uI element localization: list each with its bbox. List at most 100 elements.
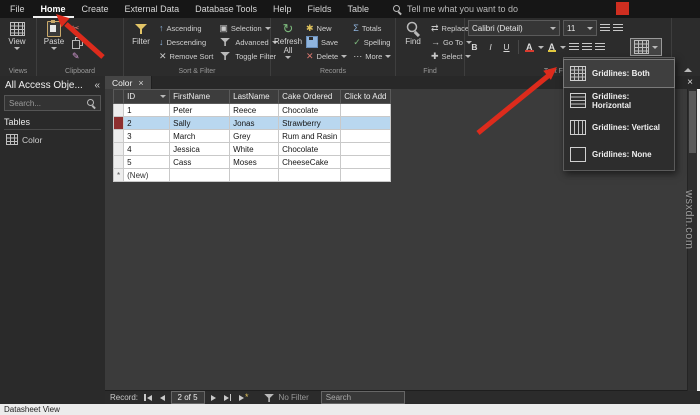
refresh-all-button[interactable]: ↻ Refresh All: [274, 20, 302, 65]
cell-lastname[interactable]: [230, 169, 279, 182]
italic-button[interactable]: I: [484, 41, 497, 54]
first-record-button[interactable]: [142, 394, 154, 401]
tab-fields[interactable]: Fields: [299, 0, 339, 18]
cell-lastname[interactable]: Grey: [230, 130, 279, 143]
new-blank-record-button[interactable]: *: [237, 393, 251, 402]
tab-file[interactable]: File: [2, 0, 33, 18]
doc-tab-color[interactable]: Color ×: [105, 76, 152, 89]
tab-home[interactable]: Home: [33, 0, 74, 18]
row-selector[interactable]: [114, 156, 124, 169]
next-record-button[interactable]: [209, 395, 218, 401]
gridlines-button[interactable]: [630, 38, 662, 56]
row-selector[interactable]: [114, 130, 124, 143]
cell-click-to-add[interactable]: [341, 169, 390, 182]
cell-lastname[interactable]: Reece: [230, 104, 279, 117]
column-header-cake-ordered[interactable]: Cake Ordered: [279, 90, 341, 104]
delete-button[interactable]: ✕Delete: [304, 49, 349, 63]
nav-section-tables[interactable]: Tables: [4, 117, 101, 130]
view-button[interactable]: View: [3, 20, 31, 65]
font-color-button[interactable]: A: [524, 42, 535, 52]
record-position[interactable]: 2 of 5: [171, 391, 205, 404]
menu-item-gridlines-horizontal[interactable]: Gridlines: Horizontal: [564, 87, 674, 114]
cell-firstname[interactable]: Jessica: [170, 143, 230, 156]
cell-click-to-add[interactable]: [341, 130, 390, 143]
numbering-icon[interactable]: [613, 24, 623, 33]
cell-cake[interactable]: [279, 169, 341, 182]
last-record-button[interactable]: [222, 394, 234, 401]
cell-cake[interactable]: CheeseCake: [279, 156, 341, 169]
filter-button[interactable]: Filter: [127, 20, 155, 65]
nav-item-color[interactable]: Color: [0, 130, 105, 149]
cell-firstname[interactable]: March: [170, 130, 230, 143]
paste-button[interactable]: Paste: [40, 20, 68, 65]
cell-click-to-add[interactable]: [341, 117, 390, 130]
cell-firstname[interactable]: Peter: [170, 104, 230, 117]
more-button[interactable]: ⋯More: [351, 49, 393, 63]
tab-external-data[interactable]: External Data: [117, 0, 188, 18]
tab-help[interactable]: Help: [265, 0, 300, 18]
column-header-firstname[interactable]: FirstName: [170, 90, 230, 104]
collapse-ribbon-icon[interactable]: [684, 68, 692, 72]
copy-button[interactable]: [70, 35, 85, 49]
cell-lastname[interactable]: White: [230, 143, 279, 156]
cell-firstname[interactable]: [170, 169, 230, 182]
cell-lastname[interactable]: Moses: [230, 156, 279, 169]
ascending-button[interactable]: ↑Ascending: [157, 21, 215, 35]
column-header-lastname[interactable]: LastName: [230, 90, 279, 104]
column-header-id[interactable]: ID: [124, 90, 170, 104]
cut-button[interactable]: ✂: [70, 21, 85, 35]
menu-item-gridlines-both[interactable]: Gridlines: Both: [564, 60, 674, 87]
collapse-pane-icon[interactable]: «: [94, 80, 100, 91]
cell-click-to-add[interactable]: [341, 104, 390, 117]
menu-item-gridlines-vertical[interactable]: Gridlines: Vertical: [564, 114, 674, 141]
tab-database-tools[interactable]: Database Tools: [187, 0, 265, 18]
select-all-corner[interactable]: [114, 90, 124, 104]
tab-table[interactable]: Table: [339, 0, 377, 18]
remove-sort-button[interactable]: ✕Remove Sort: [157, 49, 215, 63]
find-button[interactable]: Find: [399, 20, 427, 65]
close-document-icon[interactable]: ×: [680, 76, 700, 89]
font-size-combobox[interactable]: 11: [563, 20, 597, 36]
underline-button[interactable]: U: [500, 41, 513, 54]
align-left-icon[interactable]: [569, 43, 579, 52]
cell-click-to-add[interactable]: [341, 143, 390, 156]
descending-button[interactable]: ↓Descending: [157, 35, 215, 49]
align-right-icon[interactable]: [595, 43, 605, 52]
format-painter-button[interactable]: ✎: [70, 49, 85, 63]
cell-cake[interactable]: Strawberry: [279, 117, 341, 130]
font-name-combobox[interactable]: Calibri (Detail): [468, 20, 560, 36]
scrollbar-thumb[interactable]: [689, 91, 696, 153]
cell-firstname[interactable]: Cass: [170, 156, 230, 169]
menu-item-gridlines-none[interactable]: Gridlines: None: [564, 141, 674, 168]
cell-id[interactable]: 2: [124, 117, 170, 130]
cell-id[interactable]: 3: [124, 130, 170, 143]
search-records-input[interactable]: Search: [321, 391, 405, 404]
cell-new[interactable]: (New): [124, 169, 170, 182]
cell-firstname[interactable]: Sally: [170, 117, 230, 130]
new-record-button[interactable]: ✱New: [304, 21, 349, 35]
nav-search-input[interactable]: Search...: [4, 95, 101, 111]
align-center-icon[interactable]: [582, 43, 592, 52]
column-header-click-to-add[interactable]: Click to Add: [341, 90, 390, 104]
tell-me-box[interactable]: Tell me what you want to do: [393, 0, 518, 18]
row-selector-active[interactable]: [114, 117, 124, 130]
cell-cake[interactable]: Chocolate: [279, 104, 341, 117]
totals-button[interactable]: ΣTotals: [351, 21, 393, 35]
cell-cake[interactable]: Chocolate: [279, 143, 341, 156]
bullets-icon[interactable]: [600, 24, 610, 33]
cell-id[interactable]: 4: [124, 143, 170, 156]
new-row-selector[interactable]: *: [114, 169, 124, 182]
cell-id[interactable]: 1: [124, 104, 170, 117]
close-icon[interactable]: ×: [138, 78, 143, 88]
previous-record-button[interactable]: [158, 395, 167, 401]
filter-status[interactable]: No Filter: [263, 392, 309, 404]
cell-id[interactable]: 5: [124, 156, 170, 169]
bold-button[interactable]: B: [468, 41, 481, 54]
cell-lastname[interactable]: Jonas: [230, 117, 279, 130]
row-selector[interactable]: [114, 143, 124, 156]
save-button[interactable]: Save: [304, 35, 349, 49]
cell-click-to-add[interactable]: [341, 156, 390, 169]
spelling-button[interactable]: ✓Spelling: [351, 35, 393, 49]
background-color-button[interactable]: A: [547, 42, 558, 52]
row-selector[interactable]: [114, 104, 124, 117]
